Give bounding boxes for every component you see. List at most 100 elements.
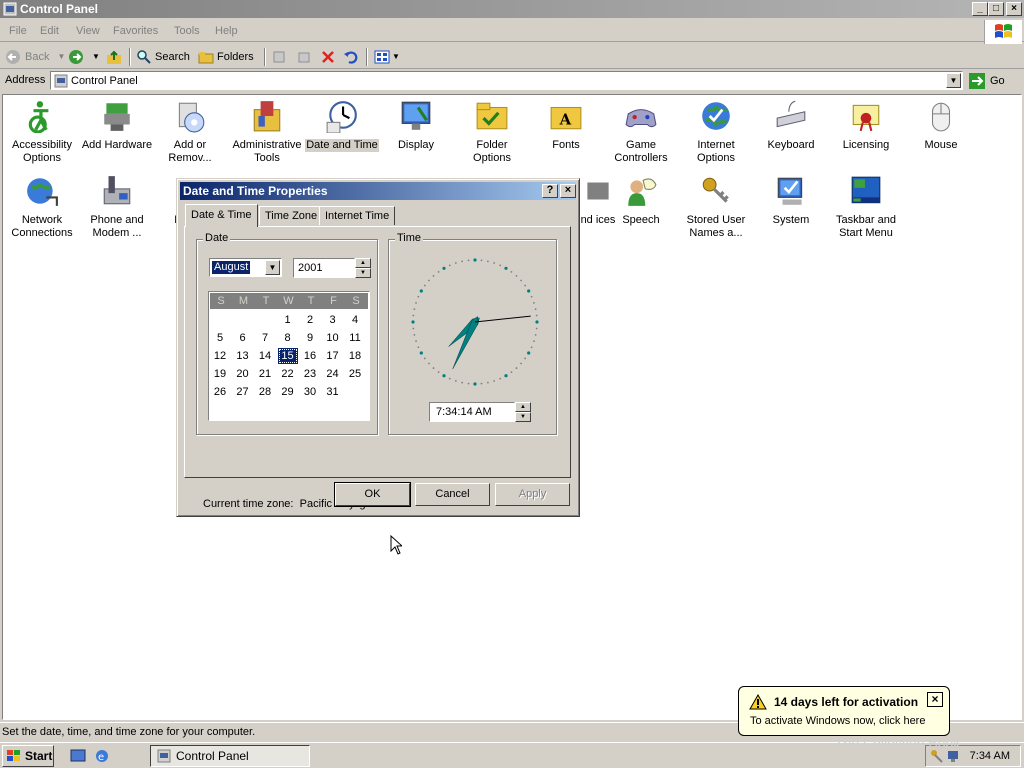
menu-help[interactable]: Help xyxy=(215,25,238,37)
calendar-day[interactable]: 29 xyxy=(278,384,298,400)
menu-view[interactable]: View xyxy=(76,25,100,37)
calendar-day[interactable]: 19 xyxy=(210,366,230,382)
cp-item-folder[interactable]: Folder Options xyxy=(455,95,529,165)
menu-favorites[interactable]: Favorites xyxy=(113,25,158,37)
activation-keys-icon[interactable] xyxy=(930,749,944,763)
cp-item-hardware[interactable]: Add Hardware xyxy=(80,95,154,152)
tab-internet-time[interactable]: Internet Time xyxy=(319,206,396,225)
tray-clock[interactable]: 7:34 AM xyxy=(970,750,1010,762)
month-select[interactable]: August ▼ xyxy=(209,258,282,277)
cp-item-keys[interactable]: Stored User Names a... xyxy=(679,170,753,240)
start-button[interactable]: Start xyxy=(2,745,54,767)
calendar-day[interactable]: 25 xyxy=(345,366,365,382)
folders-button[interactable]: Folders xyxy=(198,48,254,65)
calendar-day[interactable]: 21 xyxy=(255,366,275,382)
address-input[interactable]: Control Panel ▼ xyxy=(50,71,963,90)
back-dropdown-icon[interactable]: ▼ xyxy=(57,52,65,61)
balloon-close-button[interactable]: × xyxy=(927,692,943,707)
cp-item-globe[interactable]: Internet Options xyxy=(679,95,753,165)
time-down-arrow-icon[interactable]: ▼ xyxy=(515,412,531,422)
go-button[interactable]: Go xyxy=(968,72,1005,90)
cp-item-mouse[interactable]: Mouse xyxy=(904,95,978,152)
calendar-day[interactable]: 30 xyxy=(300,384,320,400)
address-dropdown-icon[interactable]: ▼ xyxy=(946,73,961,88)
cp-item-display[interactable]: Display xyxy=(379,95,453,152)
forward-dropdown-icon[interactable]: ▼ xyxy=(92,52,100,61)
close-button[interactable]: × xyxy=(1006,2,1022,16)
calendar-day[interactable]: 11 xyxy=(345,330,365,346)
chevron-down-icon[interactable]: ▼ xyxy=(265,260,280,275)
apply-button[interactable]: Apply xyxy=(495,483,570,506)
delete-button[interactable] xyxy=(320,48,336,65)
menu-edit[interactable]: Edit xyxy=(40,25,59,37)
calendar-day[interactable]: 5 xyxy=(210,330,230,346)
search-button[interactable]: Search xyxy=(136,48,190,65)
calendar-day[interactable]: 7 xyxy=(255,330,275,346)
ok-button[interactable]: OK xyxy=(334,482,411,507)
time-stepper[interactable]: 7:34:14 AM ▲ ▼ xyxy=(429,402,531,422)
calendar-day[interactable]: 12 xyxy=(210,348,230,364)
calendar-day[interactable]: 9 xyxy=(300,330,320,346)
copy-to-button[interactable] xyxy=(296,48,312,65)
calendar-day[interactable]: 24 xyxy=(323,366,343,382)
month-calendar[interactable]: SMTWTFS 1 2 3 4 5 6 7 8 9 10 11 12 13 14 15 16 17 18 19 20 2… xyxy=(208,291,370,421)
calendar-day[interactable]: 14 xyxy=(255,348,275,364)
cp-item-certificate[interactable]: Licensing xyxy=(829,95,903,152)
time-up-arrow-icon[interactable]: ▲ xyxy=(515,402,531,412)
calendar-day[interactable]: 26 xyxy=(210,384,230,400)
balloon-text[interactable]: To activate Windows now, click here xyxy=(750,715,925,727)
time-field[interactable]: 7:34:14 AM xyxy=(429,402,515,422)
back-button[interactable]: Back ▼ xyxy=(5,48,65,65)
cp-item-speech[interactable]: Speech xyxy=(604,170,678,227)
move-to-button[interactable] xyxy=(272,48,288,65)
minimize-button[interactable]: _ xyxy=(972,2,988,16)
menu-tools[interactable]: Tools xyxy=(174,25,200,37)
tab-date-time[interactable]: Date & Time xyxy=(185,204,258,227)
cp-item-gamepad[interactable]: Game Controllers xyxy=(604,95,678,165)
calendar-day[interactable]: 23 xyxy=(300,366,320,382)
calendar-day[interactable]: 20 xyxy=(233,366,253,382)
views-button[interactable]: ▼ xyxy=(374,48,400,65)
year-up-arrow-icon[interactable]: ▲ xyxy=(355,258,371,268)
dialog-titlebar[interactable]: Date and Time Properties ? × xyxy=(180,182,576,200)
calendar-day[interactable]: 8 xyxy=(278,330,298,346)
network-tray-icon[interactable] xyxy=(946,749,960,763)
cp-item-add-remove[interactable]: Add or Remov... xyxy=(153,95,227,165)
calendar-day[interactable]: 13 xyxy=(233,348,253,364)
cp-item-admin-tools[interactable]: Administrative Tools xyxy=(230,95,304,165)
cp-item-network[interactable]: Network Connections xyxy=(5,170,79,240)
cp-item-system[interactable]: System xyxy=(754,170,828,227)
cp-item-phone[interactable]: Phone and Modem ... xyxy=(80,170,154,240)
calendar-day[interactable]: 18 xyxy=(345,348,365,364)
quick-launch-desktop-icon[interactable] xyxy=(70,748,86,764)
calendar-day[interactable]: 22 xyxy=(278,366,298,382)
calendar-day[interactable]: 15 xyxy=(277,348,298,364)
calendar-day[interactable]: 16 xyxy=(300,348,320,364)
year-stepper[interactable]: 2001 ▲ ▼ xyxy=(293,258,371,278)
quick-launch-ie-icon[interactable]: e xyxy=(94,748,110,764)
cp-item-fonts[interactable]: A Fonts xyxy=(529,95,603,152)
tab-time-zone[interactable]: Time Zone xyxy=(259,206,324,225)
menu-file[interactable]: File xyxy=(9,25,27,37)
calendar-day[interactable]: 2 xyxy=(300,312,320,328)
taskbar-button-control-panel[interactable]: Control Panel xyxy=(150,745,310,767)
maximize-button[interactable]: □ xyxy=(988,2,1004,16)
cp-item-accessibility[interactable]: Accessibility Options xyxy=(5,95,79,165)
calendar-day[interactable]: 4 xyxy=(345,312,365,328)
calendar-day[interactable]: 31 xyxy=(323,384,343,400)
dialog-close-button[interactable]: × xyxy=(560,184,576,198)
calendar-day[interactable]: 27 xyxy=(233,384,253,400)
cp-item-taskbar[interactable]: Taskbar and Start Menu xyxy=(829,170,903,240)
calendar-day[interactable]: 3 xyxy=(323,312,343,328)
calendar-day[interactable]: 28 xyxy=(255,384,275,400)
year-down-arrow-icon[interactable]: ▼ xyxy=(355,268,371,278)
cp-item-keyboard[interactable]: Keyboard xyxy=(754,95,828,152)
undo-button[interactable] xyxy=(343,48,359,65)
calendar-day[interactable]: 17 xyxy=(323,348,343,364)
up-folder-button[interactable] xyxy=(106,48,122,65)
calendar-day[interactable]: 6 xyxy=(233,330,253,346)
calendar-day[interactable]: 10 xyxy=(323,330,343,346)
help-button[interactable]: ? xyxy=(542,184,558,198)
year-field[interactable]: 2001 xyxy=(293,258,355,278)
activation-balloon[interactable]: 14 days left for activation To activate … xyxy=(738,686,950,736)
